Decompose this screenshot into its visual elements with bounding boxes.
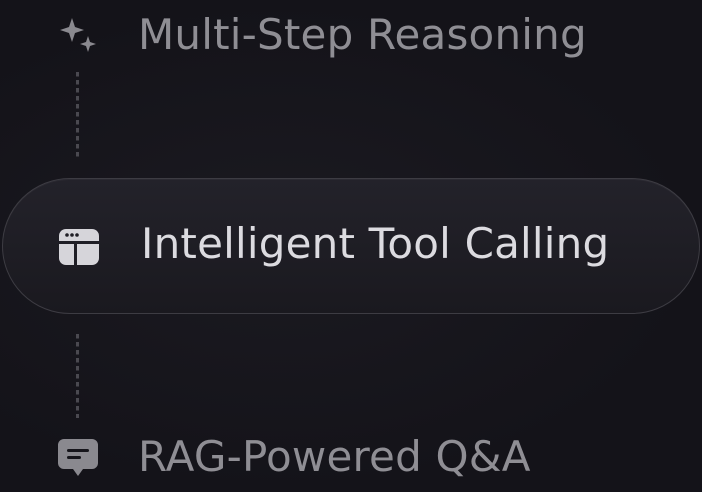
- step-multi-step-reasoning[interactable]: Multi-Step Reasoning: [0, 0, 702, 80]
- step-connector: [76, 334, 79, 418]
- chat-bubble-icon: [56, 436, 100, 480]
- step-intelligent-tool-calling[interactable]: Intelligent Tool Calling: [2, 178, 700, 314]
- step-label: Intelligent Tool Calling: [141, 219, 610, 268]
- tool-window-icon: [57, 225, 101, 269]
- step-label: Multi-Step Reasoning: [138, 10, 587, 59]
- step-label: RAG-Powered Q&A: [138, 432, 531, 481]
- step-rag-powered-qa[interactable]: RAG-Powered Q&A: [0, 420, 702, 492]
- sparkles-icon: [56, 14, 100, 58]
- step-connector: [76, 72, 79, 160]
- feature-steps-panel: Multi-Step Reasoning Intelligent Tool Ca…: [0, 0, 702, 492]
